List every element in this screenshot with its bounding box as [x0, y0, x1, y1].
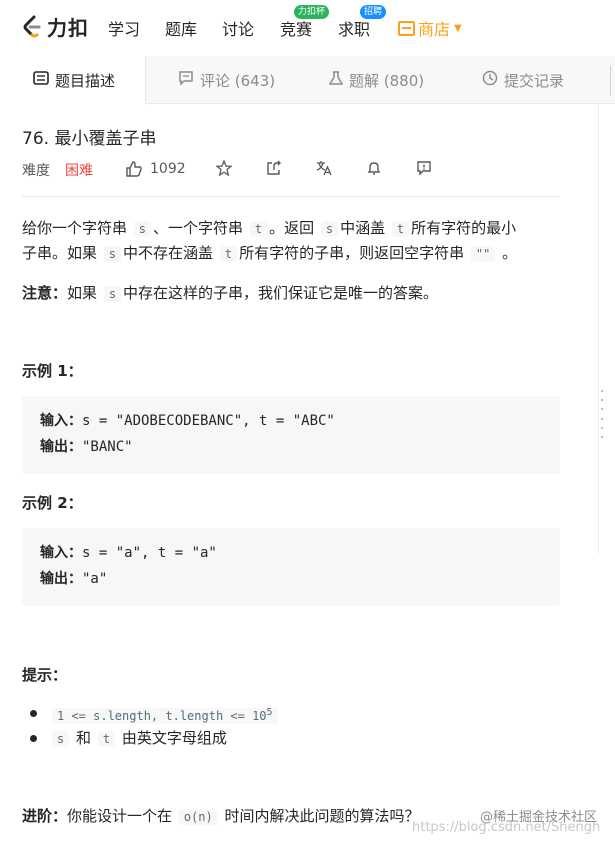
translate-icon [316, 161, 332, 176]
nav-problemset[interactable]: 题库 [165, 16, 197, 40]
description-icon [33, 71, 49, 89]
like-button[interactable]: 1092 [126, 160, 186, 177]
nav-learn[interactable]: 学习 [108, 16, 140, 40]
panel-divider[interactable] [610, 66, 611, 96]
caret-down-icon: ▼ [454, 22, 462, 34]
favorite-button[interactable] [215, 159, 233, 180]
tab-comments-label: 评论 (643) [200, 71, 276, 90]
example-2-input: s = "a", t = "a" [82, 545, 217, 561]
clock-icon [482, 70, 498, 90]
share-button[interactable] [266, 160, 282, 180]
scrollbar-track[interactable] [598, 104, 599, 554]
list-item: 1 <= s.length, t.length <= 105 [30, 701, 280, 726]
example-2-output: "a" [82, 571, 108, 587]
example-1-heading: 示例 1： [22, 362, 83, 380]
hints-list: 1 <= s.length, t.length <= 105 s 和 t 由英文… [30, 701, 280, 751]
flask-icon [328, 70, 344, 90]
example-1-input: s = "ADOBECODEBANC", t = "ABC" [82, 413, 335, 429]
tab-solutions[interactable]: 题解 (880) [328, 56, 425, 104]
hints-heading: 提示： [22, 666, 68, 684]
jobs-badge: 招聘 [360, 5, 387, 19]
description-paragraph: 给你一个字符串 s 、一个字符串 t 。返回 s 中涵盖 t 所有字符的最小 子串。如果… [22, 216, 562, 266]
difficulty-badge: 困难 [65, 163, 93, 179]
tab-description[interactable]: 题目描述 [0, 56, 146, 105]
tab-submissions-label: 提交记录 [504, 71, 565, 90]
tab-description-label: 题目描述 [55, 71, 116, 90]
store-icon [398, 20, 415, 36]
feedback-button[interactable] [416, 160, 432, 180]
advanced-paragraph: 进阶：你能设计一个在 o(n) 时间内解决此问题的算法吗？ [22, 807, 420, 825]
share-icon [267, 160, 281, 175]
logo-text: 力扣 [47, 16, 89, 40]
tab-submissions[interactable]: 提交记录 [482, 56, 564, 104]
bell-icon [367, 162, 381, 175]
tab-comments[interactable]: 评论 (643) [178, 56, 275, 104]
scrollbar-grip[interactable] [601, 390, 605, 438]
star-icon [215, 159, 233, 177]
store-label: 商店 [418, 20, 451, 39]
contest-badge: 力扣杯 [294, 5, 330, 19]
description-line-1: 给你一个字符串 s 、一个字符串 t 。返回 s 中涵盖 t 所有字符的最小 [22, 219, 517, 237]
thumbs-up-icon [126, 161, 142, 177]
example-1-block: 输入：s = "ADOBECODEBANC", t = "ABC" 输出："BA… [22, 396, 560, 474]
nav-discuss[interactable]: 讨论 [222, 16, 254, 40]
translate-button[interactable] [316, 160, 332, 180]
problem-meta: 难度 困难 1092 [22, 159, 562, 182]
example-2-heading: 示例 2： [22, 494, 83, 512]
example-2-block: 输入：s = "a", t = "a" 输出："a" [22, 528, 560, 606]
leetcode-logo-icon [23, 15, 41, 37]
problem-title: 76. 最小覆盖子串 [22, 129, 157, 149]
like-count: 1092 [150, 160, 186, 177]
note-label: 注意： [22, 284, 68, 302]
description-line-2: 子串。如果 s 中不存在涵盖 t 所有字符的子串，则返回空字符串 "" 。 [22, 244, 518, 262]
nav-jobs[interactable]: 求职 [338, 16, 370, 40]
list-item: s 和 t 由英文字母组成 [30, 726, 280, 751]
tab-solutions-label: 题解 (880) [349, 71, 425, 90]
example-1-output: "BANC" [82, 439, 133, 455]
difficulty-label: 难度 [22, 163, 50, 179]
top-navbar: 力扣 学习 题库 讨论 竞赛 力扣杯 求职 招聘 商店 ▼ [0, 0, 615, 52]
watermark-text: @稀土掘金技术社区 [480, 810, 598, 825]
problem-tabs: 题目描述 评论 (643) 题解 (880) 提交记录 [0, 56, 615, 105]
advanced-label: 进阶： [22, 807, 68, 825]
subscribe-button[interactable] [366, 160, 382, 180]
divider [22, 196, 560, 197]
nav-store[interactable]: 商店 ▼ [398, 16, 462, 40]
nav-contest[interactable]: 竞赛 [280, 16, 312, 40]
leetcode-logo[interactable]: 力扣 [20, 12, 89, 41]
comment-icon [178, 71, 194, 89]
feedback-icon [417, 161, 431, 176]
note-paragraph: 注意：如果 s 中存在这样的子串，我们保证它是唯一的答案。 [22, 284, 439, 302]
